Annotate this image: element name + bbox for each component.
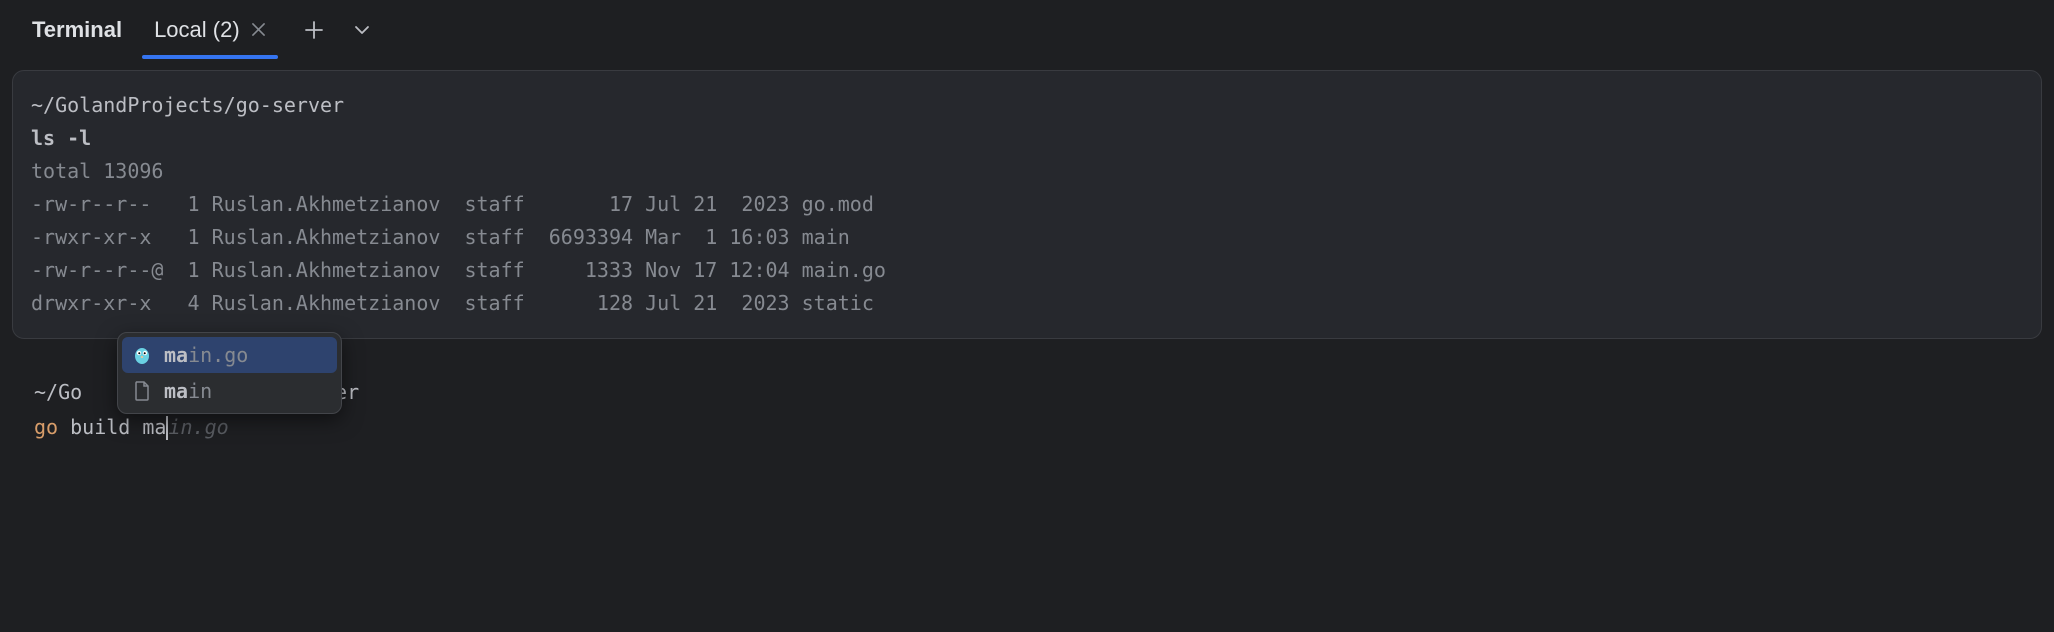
- prompt-command-line[interactable]: go build main.go: [34, 410, 2020, 445]
- autocomplete-item-main[interactable]: main: [118, 373, 341, 409]
- command-go: go: [34, 415, 58, 439]
- terminal-path: ~/GolandProjects/go-server: [31, 89, 2023, 122]
- autocomplete-item-main-go[interactable]: main.go: [122, 337, 337, 373]
- tab-label: Local (2): [154, 17, 240, 43]
- autocomplete-text: main.go: [164, 343, 248, 367]
- chevron-down-icon[interactable]: [350, 18, 374, 42]
- terminal-title: Terminal: [20, 17, 134, 43]
- terminal-command: ls -l: [31, 122, 2023, 155]
- command-suggestion: in.go: [168, 415, 228, 439]
- close-icon[interactable]: [252, 23, 266, 37]
- tab-bar: Terminal Local (2): [0, 0, 2054, 60]
- autocomplete-popup: main.go main: [117, 332, 342, 414]
- terminal-output-line: drwxr-xr-x 4 Ruslan.Akhmetzianov staff 1…: [31, 287, 2023, 320]
- terminal-output-line: total 13096: [31, 155, 2023, 188]
- plus-icon[interactable]: [302, 18, 326, 42]
- tab-local-2[interactable]: Local (2): [134, 3, 278, 57]
- terminal-input-area[interactable]: main.go main ~/Goxxxxxxxxxxxxxxxxxxxrver…: [0, 339, 2054, 465]
- terminal-output-line: -rw-r--r-- 1 Ruslan.Akhmetzianov staff 1…: [31, 188, 2023, 221]
- terminal-output-line: -rwxr-xr-x 1 Ruslan.Akhmetzianov staff 6…: [31, 221, 2023, 254]
- command-typed: build ma: [58, 415, 166, 439]
- terminal-output-line: -rw-r--r--@ 1 Ruslan.Akhmetzianov staff …: [31, 254, 2023, 287]
- autocomplete-text: main: [164, 379, 212, 403]
- go-gopher-icon: [132, 345, 152, 365]
- terminal-output-frame: ~/GolandProjects/go-server ls -l total 1…: [12, 70, 2042, 339]
- file-icon: [132, 381, 152, 401]
